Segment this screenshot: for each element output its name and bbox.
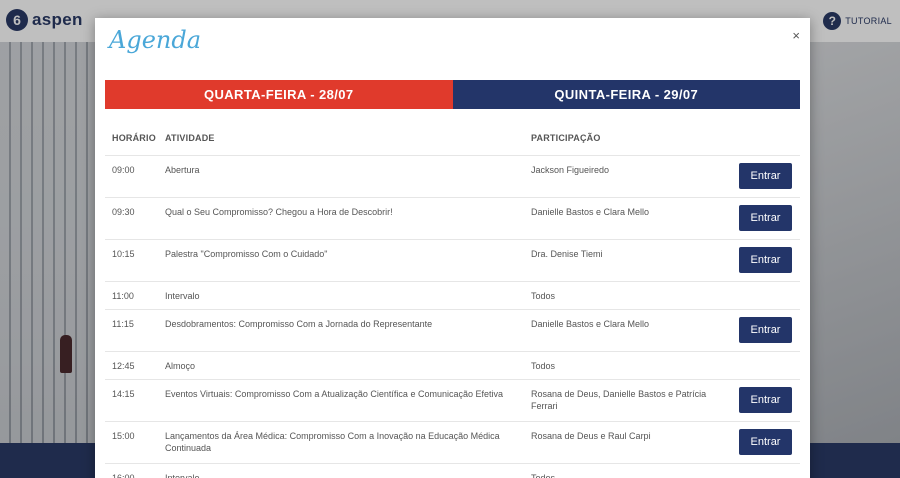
table-header: HORÁRIO ATIVIDADE PARTICIPAÇÃO xyxy=(105,121,800,155)
tab-quarta-feira[interactable]: QUARTA-FEIRA - 28/07 xyxy=(105,80,453,109)
row-time: 15:00 xyxy=(112,431,135,441)
row-participation: Rosana de Deus e Raul Carpi xyxy=(531,431,651,441)
row-time: 09:00 xyxy=(112,165,135,175)
header-participacao: PARTICIPAÇÃO xyxy=(531,133,601,143)
row-activity: Desdobramentos: Compromisso Com a Jornad… xyxy=(165,319,433,329)
row-participation: Rosana de Deus, Danielle Bastos e Patríc… xyxy=(531,389,707,411)
entrar-button[interactable]: Entrar xyxy=(739,317,792,343)
row-time: 11:15 xyxy=(112,319,134,329)
row-participation: Danielle Bastos e Clara Mello xyxy=(531,207,650,217)
row-activity: Intervalo xyxy=(165,473,200,478)
row-activity: Lançamentos da Área Médica: Compromisso … xyxy=(165,431,500,453)
row-activity: Abertura xyxy=(165,165,200,175)
row-participation: Dra. Denise Tiemi xyxy=(531,249,603,259)
table-row: 11:15 Desdobramentos: Compromisso Com a … xyxy=(105,309,800,351)
table-row: 14:15 Eventos Virtuais: Compromisso Com … xyxy=(105,379,800,421)
row-time: 12:45 xyxy=(112,361,135,371)
entrar-button[interactable]: Entrar xyxy=(739,247,792,273)
row-participation: Todos xyxy=(531,361,556,371)
row-participation: Danielle Bastos e Clara Mello xyxy=(531,319,650,329)
tab-quinta-feira[interactable]: QUINTA-FEIRA - 29/07 xyxy=(452,80,800,109)
row-time: 11:00 xyxy=(112,291,134,301)
row-activity: Intervalo xyxy=(165,291,200,301)
row-time: 14:15 xyxy=(112,389,135,399)
table-row: 15:00 Lançamentos da Área Médica: Compro… xyxy=(105,421,800,463)
table-row: 11:00 Intervalo Todos xyxy=(105,281,800,309)
row-participation: Jackson Figueiredo xyxy=(531,165,610,175)
row-activity: Almoço xyxy=(165,361,196,371)
row-participation: Todos xyxy=(531,291,556,301)
row-time: 09:30 xyxy=(112,207,135,217)
row-time: 16:00 xyxy=(112,473,135,478)
table-row: 10:15 Palestra "Compromisso Com o Cuidad… xyxy=(105,239,800,281)
table-row: 09:00 Abertura Jackson Figueiredo Entrar xyxy=(105,155,800,197)
row-time: 10:15 xyxy=(112,249,135,259)
agenda-table: HORÁRIO ATIVIDADE PARTICIPAÇÃO 09:00 Abe… xyxy=(105,121,800,478)
entrar-button[interactable]: Entrar xyxy=(739,205,792,231)
header-atividade: ATIVIDADE xyxy=(165,133,215,143)
entrar-button[interactable]: Entrar xyxy=(739,163,792,189)
table-row: 09:30 Qual o Seu Compromisso? Chegou a H… xyxy=(105,197,800,239)
modal-title: Agenda xyxy=(109,26,202,54)
entrar-button[interactable]: Entrar xyxy=(739,387,792,413)
header-horario: HORÁRIO xyxy=(112,133,156,143)
day-tabs: QUARTA-FEIRA - 28/07 QUINTA-FEIRA - 29/0… xyxy=(105,80,800,109)
table-row: 12:45 Almoço Todos xyxy=(105,351,800,379)
row-activity: Qual o Seu Compromisso? Chegou a Hora de… xyxy=(165,207,393,217)
table-row: 16:00 Intervalo Todos xyxy=(105,463,800,478)
row-activity: Eventos Virtuais: Compromisso Com a Atua… xyxy=(165,389,503,399)
row-activity: Palestra "Compromisso Com o Cuidado" xyxy=(165,249,328,259)
entrar-button[interactable]: Entrar xyxy=(739,429,792,455)
close-icon[interactable]: × xyxy=(792,28,800,43)
row-participation: Todos xyxy=(531,473,556,478)
agenda-modal: Agenda × QUARTA-FEIRA - 28/07 QUINTA-FEI… xyxy=(95,18,810,478)
